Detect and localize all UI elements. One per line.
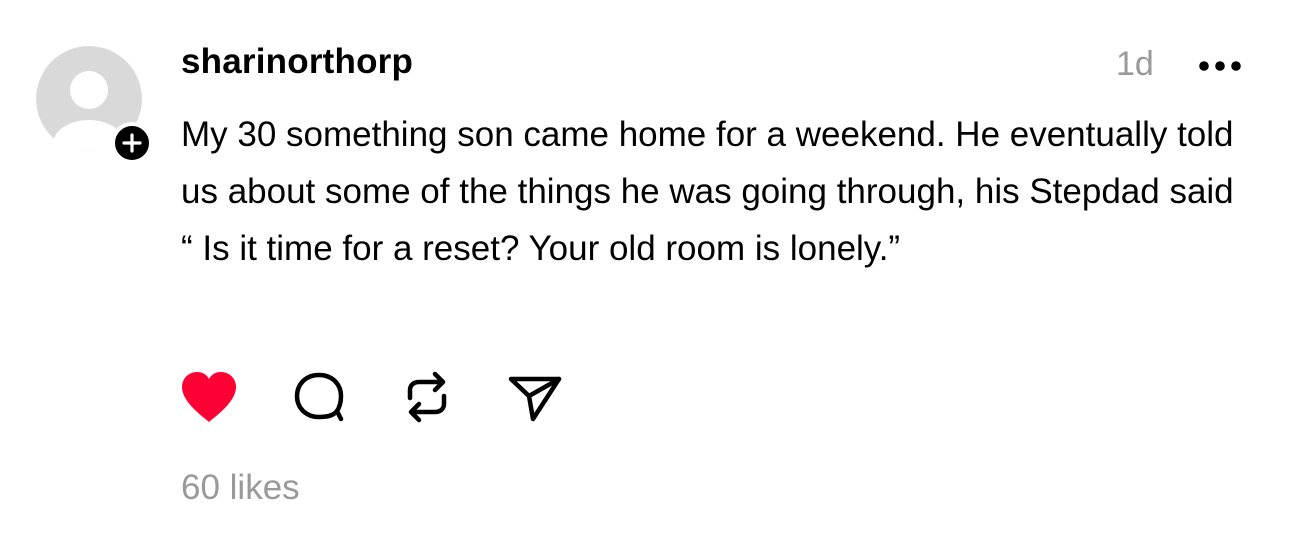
heart-icon	[182, 372, 236, 422]
avatar-container[interactable]	[36, 46, 153, 164]
comment-button[interactable]	[288, 368, 350, 426]
follow-button[interactable]	[111, 122, 153, 164]
post-text: My 30 something son came home for a week…	[181, 115, 1234, 268]
ellipsis-icon	[1199, 61, 1241, 71]
likes-count[interactable]: 60 likes	[181, 468, 300, 508]
username[interactable]: sharinorthorp	[181, 42, 413, 82]
comment-icon	[294, 372, 344, 422]
like-button[interactable]	[178, 368, 240, 426]
repost-icon	[407, 371, 447, 423]
repost-button[interactable]	[396, 368, 458, 426]
share-button[interactable]	[504, 368, 566, 426]
thread-post: sharinorthorp 1d My 30 something son cam…	[0, 0, 1290, 545]
post-timestamp: 1d	[1116, 45, 1154, 83]
more-options-button[interactable]	[1196, 56, 1244, 76]
plus-icon	[122, 133, 142, 153]
send-icon	[508, 376, 562, 422]
